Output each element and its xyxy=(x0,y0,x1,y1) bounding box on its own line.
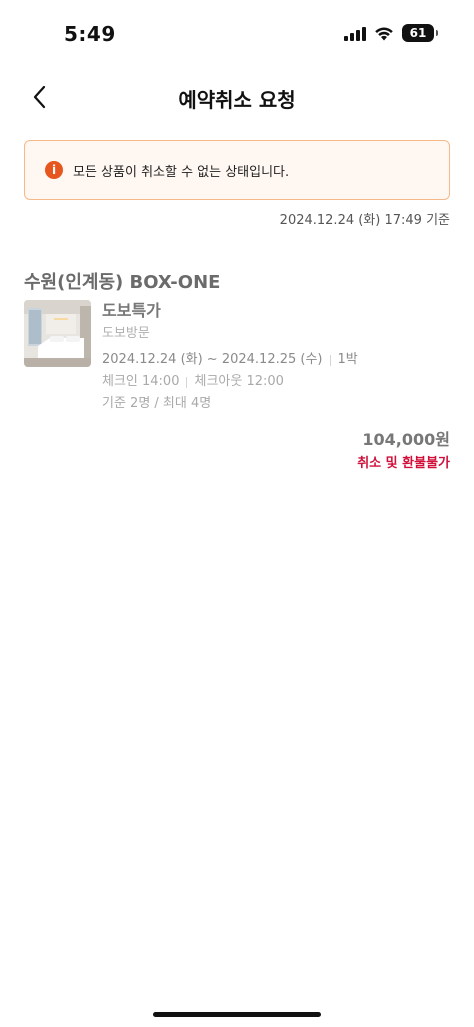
room-name: 도보특가 xyxy=(102,301,161,320)
battery-icon: 61 xyxy=(402,24,438,42)
page-title: 예약취소 요청 xyxy=(178,88,296,112)
wifi-icon xyxy=(375,27,393,40)
room-thumbnail xyxy=(24,300,91,367)
reference-timestamp: 2024.12.24 (화) 17:49 기준 xyxy=(279,213,450,228)
cellular-signal-icon xyxy=(344,25,366,41)
info-icon: i xyxy=(45,161,63,179)
checkin-time: 체크인 14:00 xyxy=(102,374,180,389)
notice-message: 모든 상품이 취소할 수 없는 상태입니다. xyxy=(73,164,290,180)
stay-dates: 2024.12.24 (화) ~ 2024.12.25 (수) xyxy=(102,352,323,367)
room-info: 도보특가 도보방문 2024.12.24 (화) ~ 2024.12.25 (수… xyxy=(102,300,358,414)
capacity-row: 기준 2명 / 최대 4명 xyxy=(102,394,358,414)
stay-dates-row: 2024.12.24 (화) ~ 2024.12.25 (수) 1박 xyxy=(102,350,358,370)
home-indicator[interactable] xyxy=(153,1012,321,1017)
room-type: 도보방문 xyxy=(102,326,150,341)
refund-policy: 취소 및 환불불가 xyxy=(357,456,450,471)
checkout-time: 체크아웃 12:00 xyxy=(194,374,284,389)
price: 104,000원 xyxy=(362,430,450,449)
hotel-name: 수원(인계동) BOX-ONE xyxy=(24,272,221,293)
cancellation-notice: i 모든 상품이 취소할 수 없는 상태입니다. xyxy=(24,140,450,200)
divider xyxy=(329,354,331,366)
nights-count: 1박 xyxy=(337,352,358,367)
status-time: 5:49 xyxy=(64,22,116,46)
checkin-checkout-row: 체크인 14:00 체크아웃 12:00 xyxy=(102,372,358,392)
navigation-header: 예약취소 요청 xyxy=(0,72,474,122)
status-bar: 5:49 61 xyxy=(0,0,474,70)
divider xyxy=(186,376,188,388)
status-icons: 61 xyxy=(344,24,438,42)
guest-capacity: 기준 2명 / 최대 4명 xyxy=(102,396,212,411)
